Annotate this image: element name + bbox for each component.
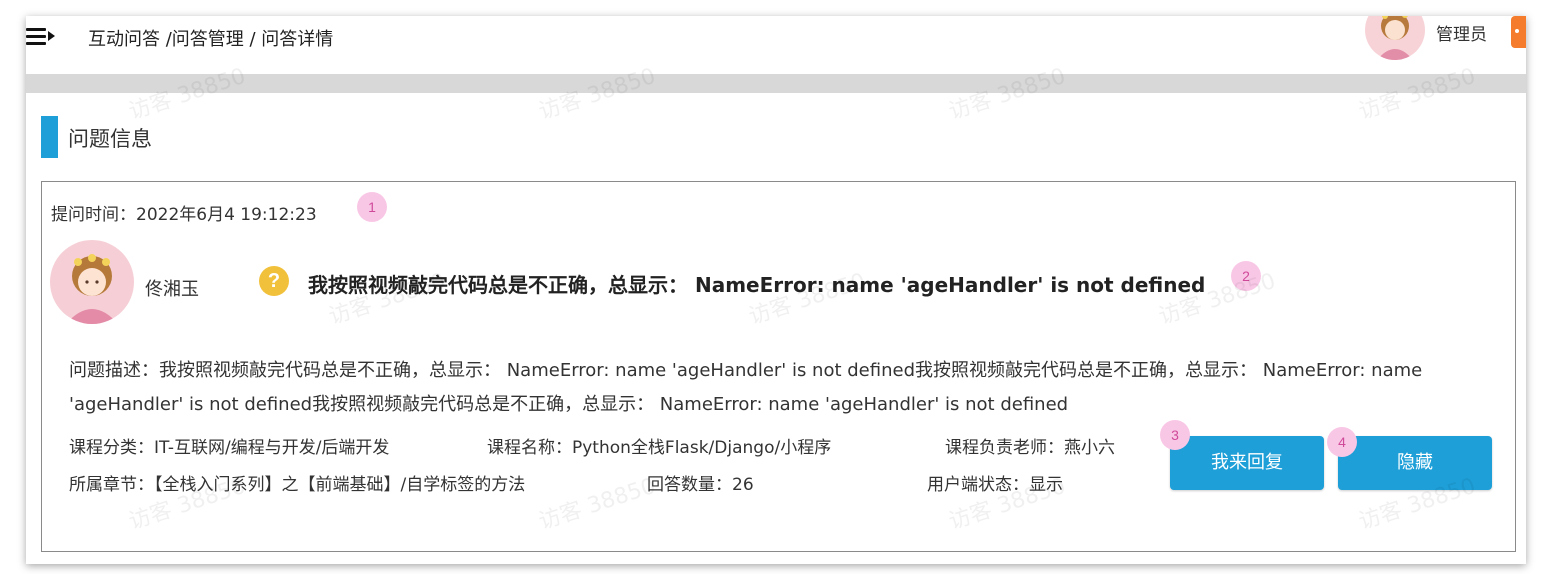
section-accent-bar — [41, 116, 58, 158]
menu-toggle-icon[interactable] — [26, 26, 56, 48]
course-teacher: 课程负责老师：燕小六 — [945, 438, 1115, 458]
user-name: 佟湘玉 — [145, 279, 199, 300]
course-category: 课程分类：IT-互联网/编程与开发/后端开发 — [69, 438, 390, 458]
header-divider-strip — [26, 74, 1526, 93]
question-title: 我按照视频敲完代码总是不正确，总显示： NameError: name 'age… — [308, 273, 1206, 297]
question-description: 问题描述：我按照视频敲完代码总是不正确，总显示： NameError: name… — [69, 360, 1423, 415]
hide-button[interactable]: 隐藏 — [1338, 436, 1492, 490]
step-marker-4: 4 — [1327, 427, 1357, 457]
admin-avatar[interactable] — [1365, 16, 1425, 60]
top-header: 互动问答 /问答管理 / 问答详情 管理员 — [26, 16, 1526, 74]
section-title-text: 问题信息 — [68, 127, 152, 151]
question-card: 提问时间：2022年6月4 19:12:23 佟湘玉 ? 我按照视频敲完代码总是… — [41, 181, 1516, 552]
reply-button[interactable]: 我来回复 — [1170, 436, 1324, 490]
notification-tab[interactable] — [1511, 16, 1526, 48]
ask-time: 提问时间：2022年6月4 19:12:23 — [51, 205, 317, 225]
admin-name[interactable]: 管理员 — [1436, 20, 1487, 45]
question-mark-icon: ? — [259, 266, 289, 296]
course-name: 课程名称：Python全栈Flask/Django/小程序 — [487, 438, 832, 458]
step-marker-3: 3 — [1160, 420, 1190, 450]
step-marker-1: 1 — [357, 192, 387, 222]
step-marker-2: 2 — [1231, 261, 1261, 291]
breadcrumb: 互动问答 /问答管理 / 问答详情 — [88, 29, 334, 50]
answer-count: 回答数量：26 — [647, 475, 754, 495]
course-chapter: 所属章节：【全栈入门系列】之【前端基础】/自学标签的方法 — [69, 475, 526, 495]
user-avatar — [50, 240, 134, 324]
user-status: 用户端状态：显示 — [927, 475, 1063, 495]
page-frame: 互动问答 /问答管理 / 问答详情 管理员 问题信息 提问时间：2022年6月4… — [26, 16, 1526, 564]
